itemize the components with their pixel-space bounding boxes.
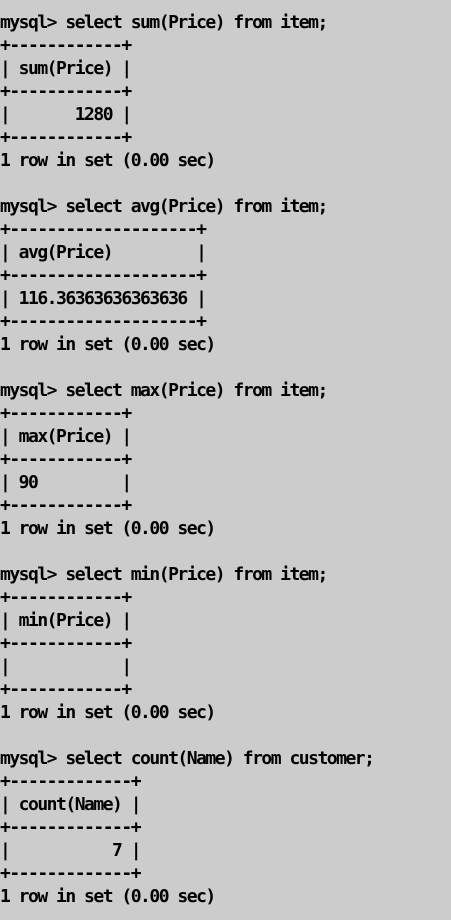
avg-table-header: | avg(Price) | [0,242,207,263]
count-table-border-middle: +-------------+ [0,817,142,838]
max-table-row: | 90 | [0,472,132,493]
avg-table-border-top: +--------------------+ [0,219,207,240]
sum-query-command: mysql> select sum(Price) from item; [0,12,328,33]
max-table-border-top: +------------+ [0,403,132,424]
sum-table-row: | 1280 | [0,104,132,125]
sum-table-border-bottom: +------------+ [0,127,132,148]
sum-table-header: | sum(Price) | [0,58,132,79]
max-table-header: | max(Price) | [0,426,132,447]
mysql-terminal-output: mysql> select sum(Price) from item; +---… [0,0,451,920]
sum-result-status: 1 row in set (0.00 sec) [0,150,216,171]
avg-query-command: mysql> select avg(Price) from item; [0,196,328,217]
min-result-status: 1 row in set (0.00 sec) [0,702,216,723]
sum-table-border-top: +------------+ [0,35,132,56]
max-result-status: 1 row in set (0.00 sec) [0,518,216,539]
avg-table-border-middle: +--------------------+ [0,265,207,286]
min-table-border-top: +------------+ [0,587,132,608]
min-query-command: mysql> select min(Price) from item; [0,564,328,585]
max-table-border-bottom: +------------+ [0,495,132,516]
min-table-border-bottom: +------------+ [0,679,132,700]
count-table-header: | count(Name) | [0,794,142,815]
sum-table-border-middle: +------------+ [0,81,132,102]
max-table-border-middle: +------------+ [0,449,132,470]
avg-table-border-bottom: +--------------------+ [0,311,207,332]
count-result-status: 1 row in set (0.00 sec) [0,886,216,907]
avg-result-status: 1 row in set (0.00 sec) [0,334,216,355]
count-table-border-top: +-------------+ [0,771,142,792]
count-table-row: | 7 | [0,840,142,861]
max-query-command: mysql> select max(Price) from item; [0,380,328,401]
count-table-border-bottom: +-------------+ [0,863,142,884]
min-table-row: | | [0,656,132,677]
count-query-command: mysql> select count(Name) from customer; [0,748,375,769]
min-table-border-middle: +------------+ [0,633,132,654]
avg-table-row: | 116.36363636363636 | [0,288,207,309]
min-table-header: | min(Price) | [0,610,132,631]
